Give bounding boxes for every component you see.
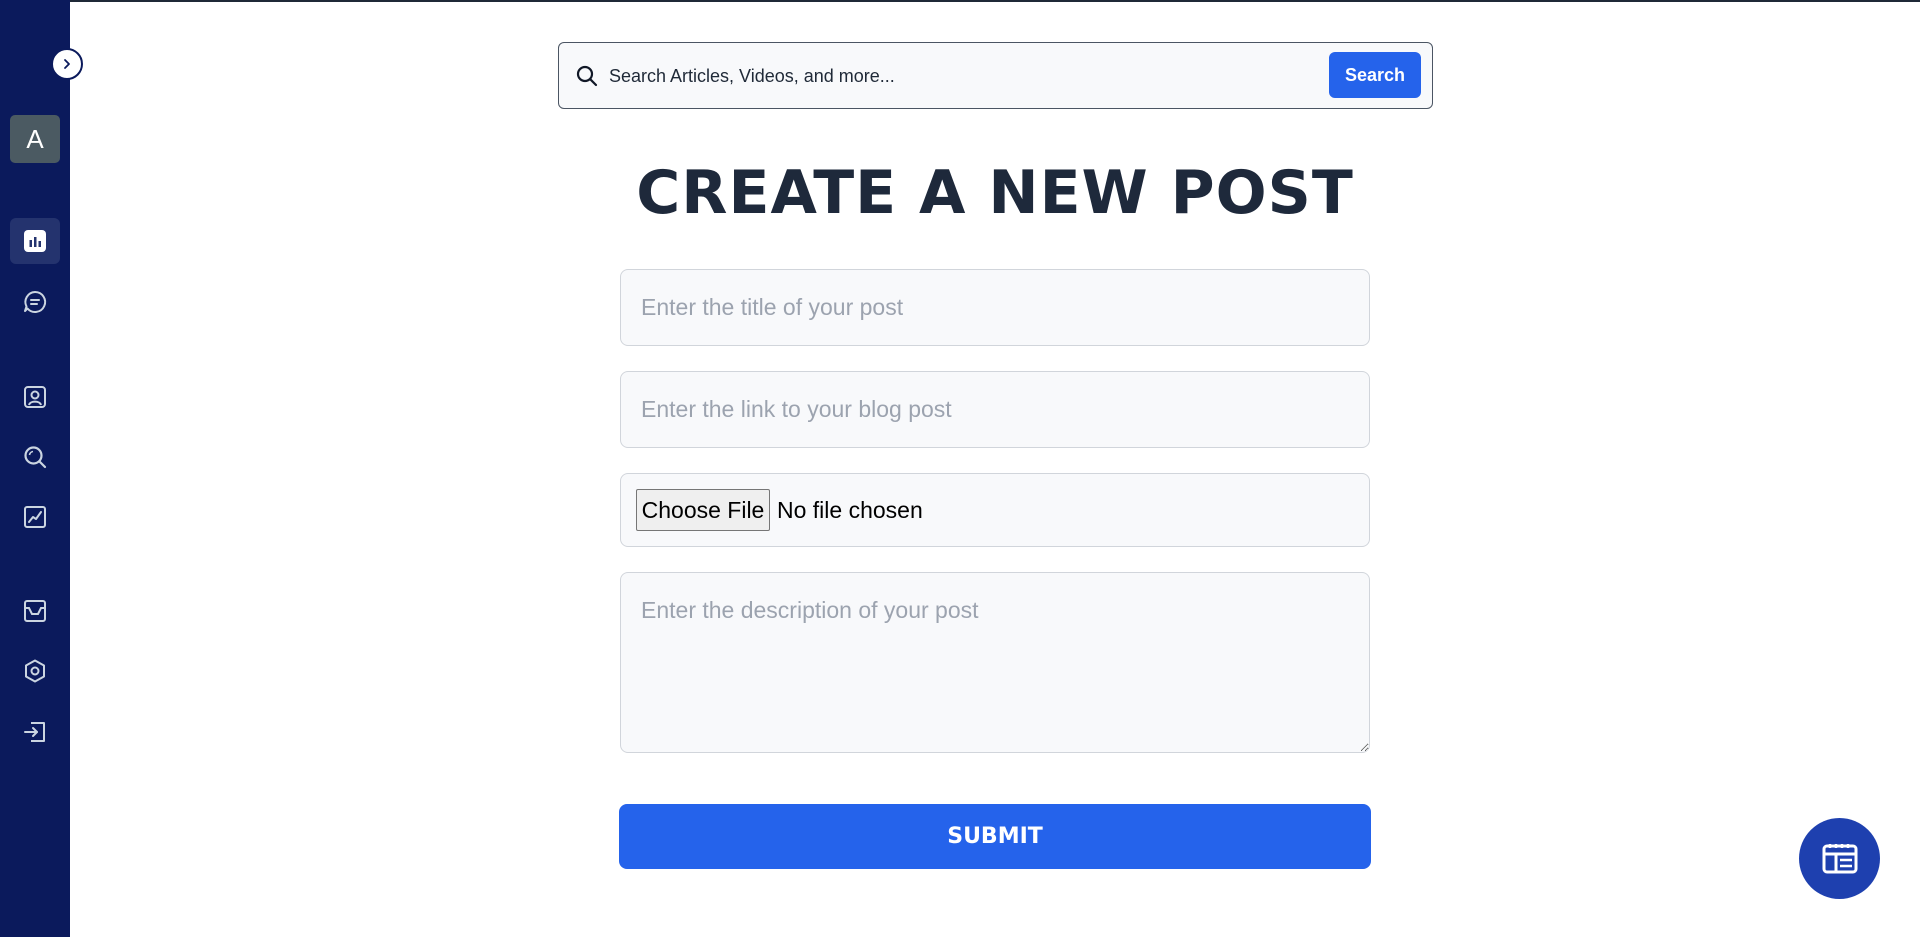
user-icon xyxy=(24,386,46,408)
search-input[interactable] xyxy=(609,57,1379,95)
top-border xyxy=(0,0,1920,2)
sidebar-item-settings[interactable] xyxy=(10,648,60,694)
inbox-icon xyxy=(24,600,46,622)
page-title: CREATE A NEW POST xyxy=(636,158,1354,228)
sidebar-toggle-button[interactable] xyxy=(51,48,83,80)
floating-action-button[interactable] xyxy=(1799,818,1880,899)
sidebar-item-inbox[interactable] xyxy=(10,588,60,634)
chevron-right-icon xyxy=(64,59,70,69)
sidebar-item-analytics[interactable] xyxy=(10,494,60,540)
sidebar-item-profile[interactable] xyxy=(10,374,60,420)
sidebar: A xyxy=(0,0,83,937)
sidebar-item-explore[interactable] xyxy=(10,434,60,480)
sidebar-item-messages[interactable] xyxy=(10,279,60,325)
file-status-text: No file chosen xyxy=(777,496,923,523)
submit-button[interactable]: SUBMIT xyxy=(619,804,1371,869)
file-upload-field: Choose File No file chosen xyxy=(620,473,1370,547)
gear-icon xyxy=(25,659,45,683)
choose-file-button[interactable]: Choose File xyxy=(636,489,770,531)
logout-icon xyxy=(24,722,45,742)
search-bar: Search xyxy=(558,42,1433,109)
avatar[interactable]: A xyxy=(10,115,60,163)
layout-icon xyxy=(1822,843,1857,873)
post-title-input[interactable] xyxy=(620,269,1370,346)
line-chart-icon xyxy=(24,506,46,528)
post-link-input[interactable] xyxy=(620,371,1370,448)
search-button[interactable]: Search xyxy=(1329,52,1421,98)
search-icon xyxy=(24,446,47,469)
chat-icon xyxy=(24,290,47,313)
sidebar-item-logout[interactable] xyxy=(10,709,60,755)
search-icon xyxy=(576,65,598,87)
post-description-textarea[interactable] xyxy=(620,572,1370,753)
bar-chart-icon xyxy=(24,230,46,252)
